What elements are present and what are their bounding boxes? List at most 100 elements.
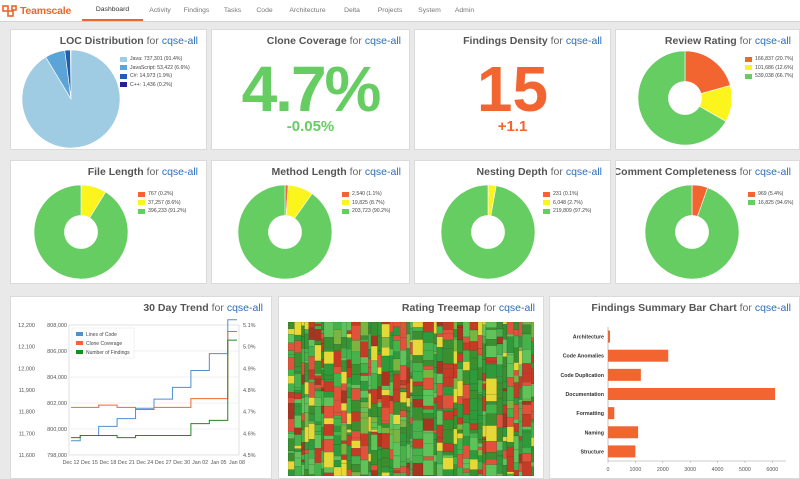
- treemap-cell[interactable]: [399, 416, 407, 421]
- bar[interactable]: [608, 407, 615, 420]
- treemap-cell[interactable]: [333, 418, 342, 427]
- treemap-cell[interactable]: [314, 390, 322, 398]
- treemap-cell[interactable]: [346, 397, 352, 414]
- treemap-cell[interactable]: [314, 388, 322, 392]
- treemap-cell[interactable]: [502, 381, 508, 389]
- treemap-cell[interactable]: [409, 360, 413, 373]
- treemap-cell[interactable]: [288, 342, 295, 351]
- treemap-cell[interactable]: [301, 429, 305, 443]
- treemap-cell[interactable]: [392, 370, 401, 375]
- treemap-cell[interactable]: [496, 343, 504, 355]
- treemap-cell[interactable]: [412, 399, 424, 408]
- bar[interactable]: [608, 388, 776, 400]
- treemap-cell[interactable]: [294, 387, 302, 391]
- treemap-cell[interactable]: [399, 350, 407, 366]
- treemap-cell[interactable]: [518, 387, 523, 400]
- treemap-cell[interactable]: [496, 336, 504, 345]
- treemap-cell[interactable]: [453, 363, 458, 379]
- treemap-cell[interactable]: [370, 403, 378, 407]
- treemap-cell[interactable]: [321, 343, 325, 353]
- treemap-cell[interactable]: [389, 335, 394, 350]
- treemap-cell[interactable]: [406, 348, 411, 359]
- tab-projects[interactable]: Projects: [369, 0, 411, 21]
- treemap-cell[interactable]: [442, 329, 454, 334]
- treemap-cell[interactable]: [321, 413, 325, 428]
- treemap-cell[interactable]: [308, 397, 315, 406]
- treemap-cell[interactable]: [462, 463, 471, 470]
- treemap-cell[interactable]: [436, 336, 444, 348]
- treemap-cell[interactable]: [370, 431, 378, 435]
- treemap-cell[interactable]: [433, 343, 438, 353]
- treemap-cell[interactable]: [368, 371, 372, 376]
- treemap-cell[interactable]: [442, 408, 454, 412]
- treemap-cell[interactable]: [436, 347, 444, 362]
- treemap-cell[interactable]: [409, 441, 413, 448]
- treemap-cell[interactable]: [485, 413, 498, 426]
- treemap-cell[interactable]: [412, 462, 424, 476]
- treemap-cell[interactable]: [321, 329, 325, 334]
- treemap-cell[interactable]: [346, 383, 352, 388]
- treemap-cell[interactable]: [422, 413, 434, 419]
- treemap-cell[interactable]: [399, 391, 407, 403]
- treemap-cell[interactable]: [469, 357, 479, 371]
- treemap-cell[interactable]: [453, 469, 458, 476]
- treemap-cell[interactable]: [294, 334, 302, 341]
- treemap-cell[interactable]: [485, 329, 498, 340]
- treemap-cell[interactable]: [469, 369, 479, 385]
- treemap-cell[interactable]: [308, 423, 315, 440]
- treemap-cell[interactable]: [368, 349, 372, 360]
- treemap-cell[interactable]: [433, 402, 438, 419]
- treemap-cell[interactable]: [456, 396, 464, 405]
- treemap-cell[interactable]: [381, 385, 390, 390]
- findings-density-value[interactable]: 15: [415, 54, 610, 124]
- treemap-cell[interactable]: [294, 366, 302, 372]
- treemap-cell[interactable]: [377, 354, 382, 368]
- clone-coverage-value[interactable]: 4.7%: [212, 54, 409, 124]
- legend-item[interactable]: 396,233 (91.2%): [138, 207, 186, 216]
- treemap-cell[interactable]: [301, 450, 305, 456]
- treemap-cell[interactable]: [288, 461, 295, 470]
- treemap-cell[interactable]: [496, 427, 504, 442]
- treemap-cell[interactable]: [301, 461, 305, 465]
- treemap-cell[interactable]: [513, 329, 520, 337]
- treemap-cell[interactable]: [482, 441, 487, 454]
- treemap-cell[interactable]: [301, 413, 305, 422]
- treemap-cell[interactable]: [346, 348, 352, 361]
- treemap-cell[interactable]: [522, 461, 532, 476]
- treemap-cell[interactable]: [531, 368, 534, 385]
- treemap-cell[interactable]: [288, 322, 295, 330]
- treemap-cell[interactable]: [531, 362, 534, 369]
- treemap-cell[interactable]: [314, 322, 322, 325]
- treemap-cell[interactable]: [304, 329, 309, 335]
- treemap-cell[interactable]: [360, 380, 369, 391]
- treemap-cell[interactable]: [323, 351, 335, 365]
- treemap-cell[interactable]: [531, 322, 534, 338]
- treemap-cell[interactable]: [433, 351, 438, 355]
- treemap-cell[interactable]: [314, 375, 322, 379]
- treemap-cell[interactable]: [436, 408, 444, 411]
- treemap-cell[interactable]: [360, 445, 369, 461]
- treemap-cell[interactable]: [453, 339, 458, 352]
- treemap-cell[interactable]: [370, 360, 378, 374]
- treemap-cell[interactable]: [294, 392, 302, 400]
- treemap-cell[interactable]: [340, 371, 348, 384]
- treemap-cell[interactable]: [294, 427, 302, 435]
- treemap-cell[interactable]: [304, 352, 309, 361]
- treemap-cell[interactable]: [304, 469, 309, 476]
- treemap-cell[interactable]: [502, 390, 508, 401]
- tab-findings[interactable]: Findings: [177, 0, 216, 21]
- treemap-cell[interactable]: [392, 358, 401, 372]
- treemap-cell[interactable]: [496, 450, 504, 457]
- treemap-cell[interactable]: [294, 406, 302, 416]
- treemap-cell[interactable]: [294, 448, 302, 452]
- treemap-cell[interactable]: [399, 445, 407, 462]
- treemap-cell[interactable]: [477, 469, 483, 475]
- treemap-cell[interactable]: [392, 389, 401, 403]
- legend-item[interactable]: 203,723 (90.2%): [342, 207, 390, 216]
- treemap-cell[interactable]: [531, 466, 534, 476]
- treemap-cell[interactable]: [333, 329, 342, 345]
- treemap-cell[interactable]: [477, 449, 483, 456]
- treemap-cell[interactable]: [294, 352, 302, 368]
- treemap-cell[interactable]: [323, 451, 335, 468]
- treemap-cell[interactable]: [351, 448, 361, 457]
